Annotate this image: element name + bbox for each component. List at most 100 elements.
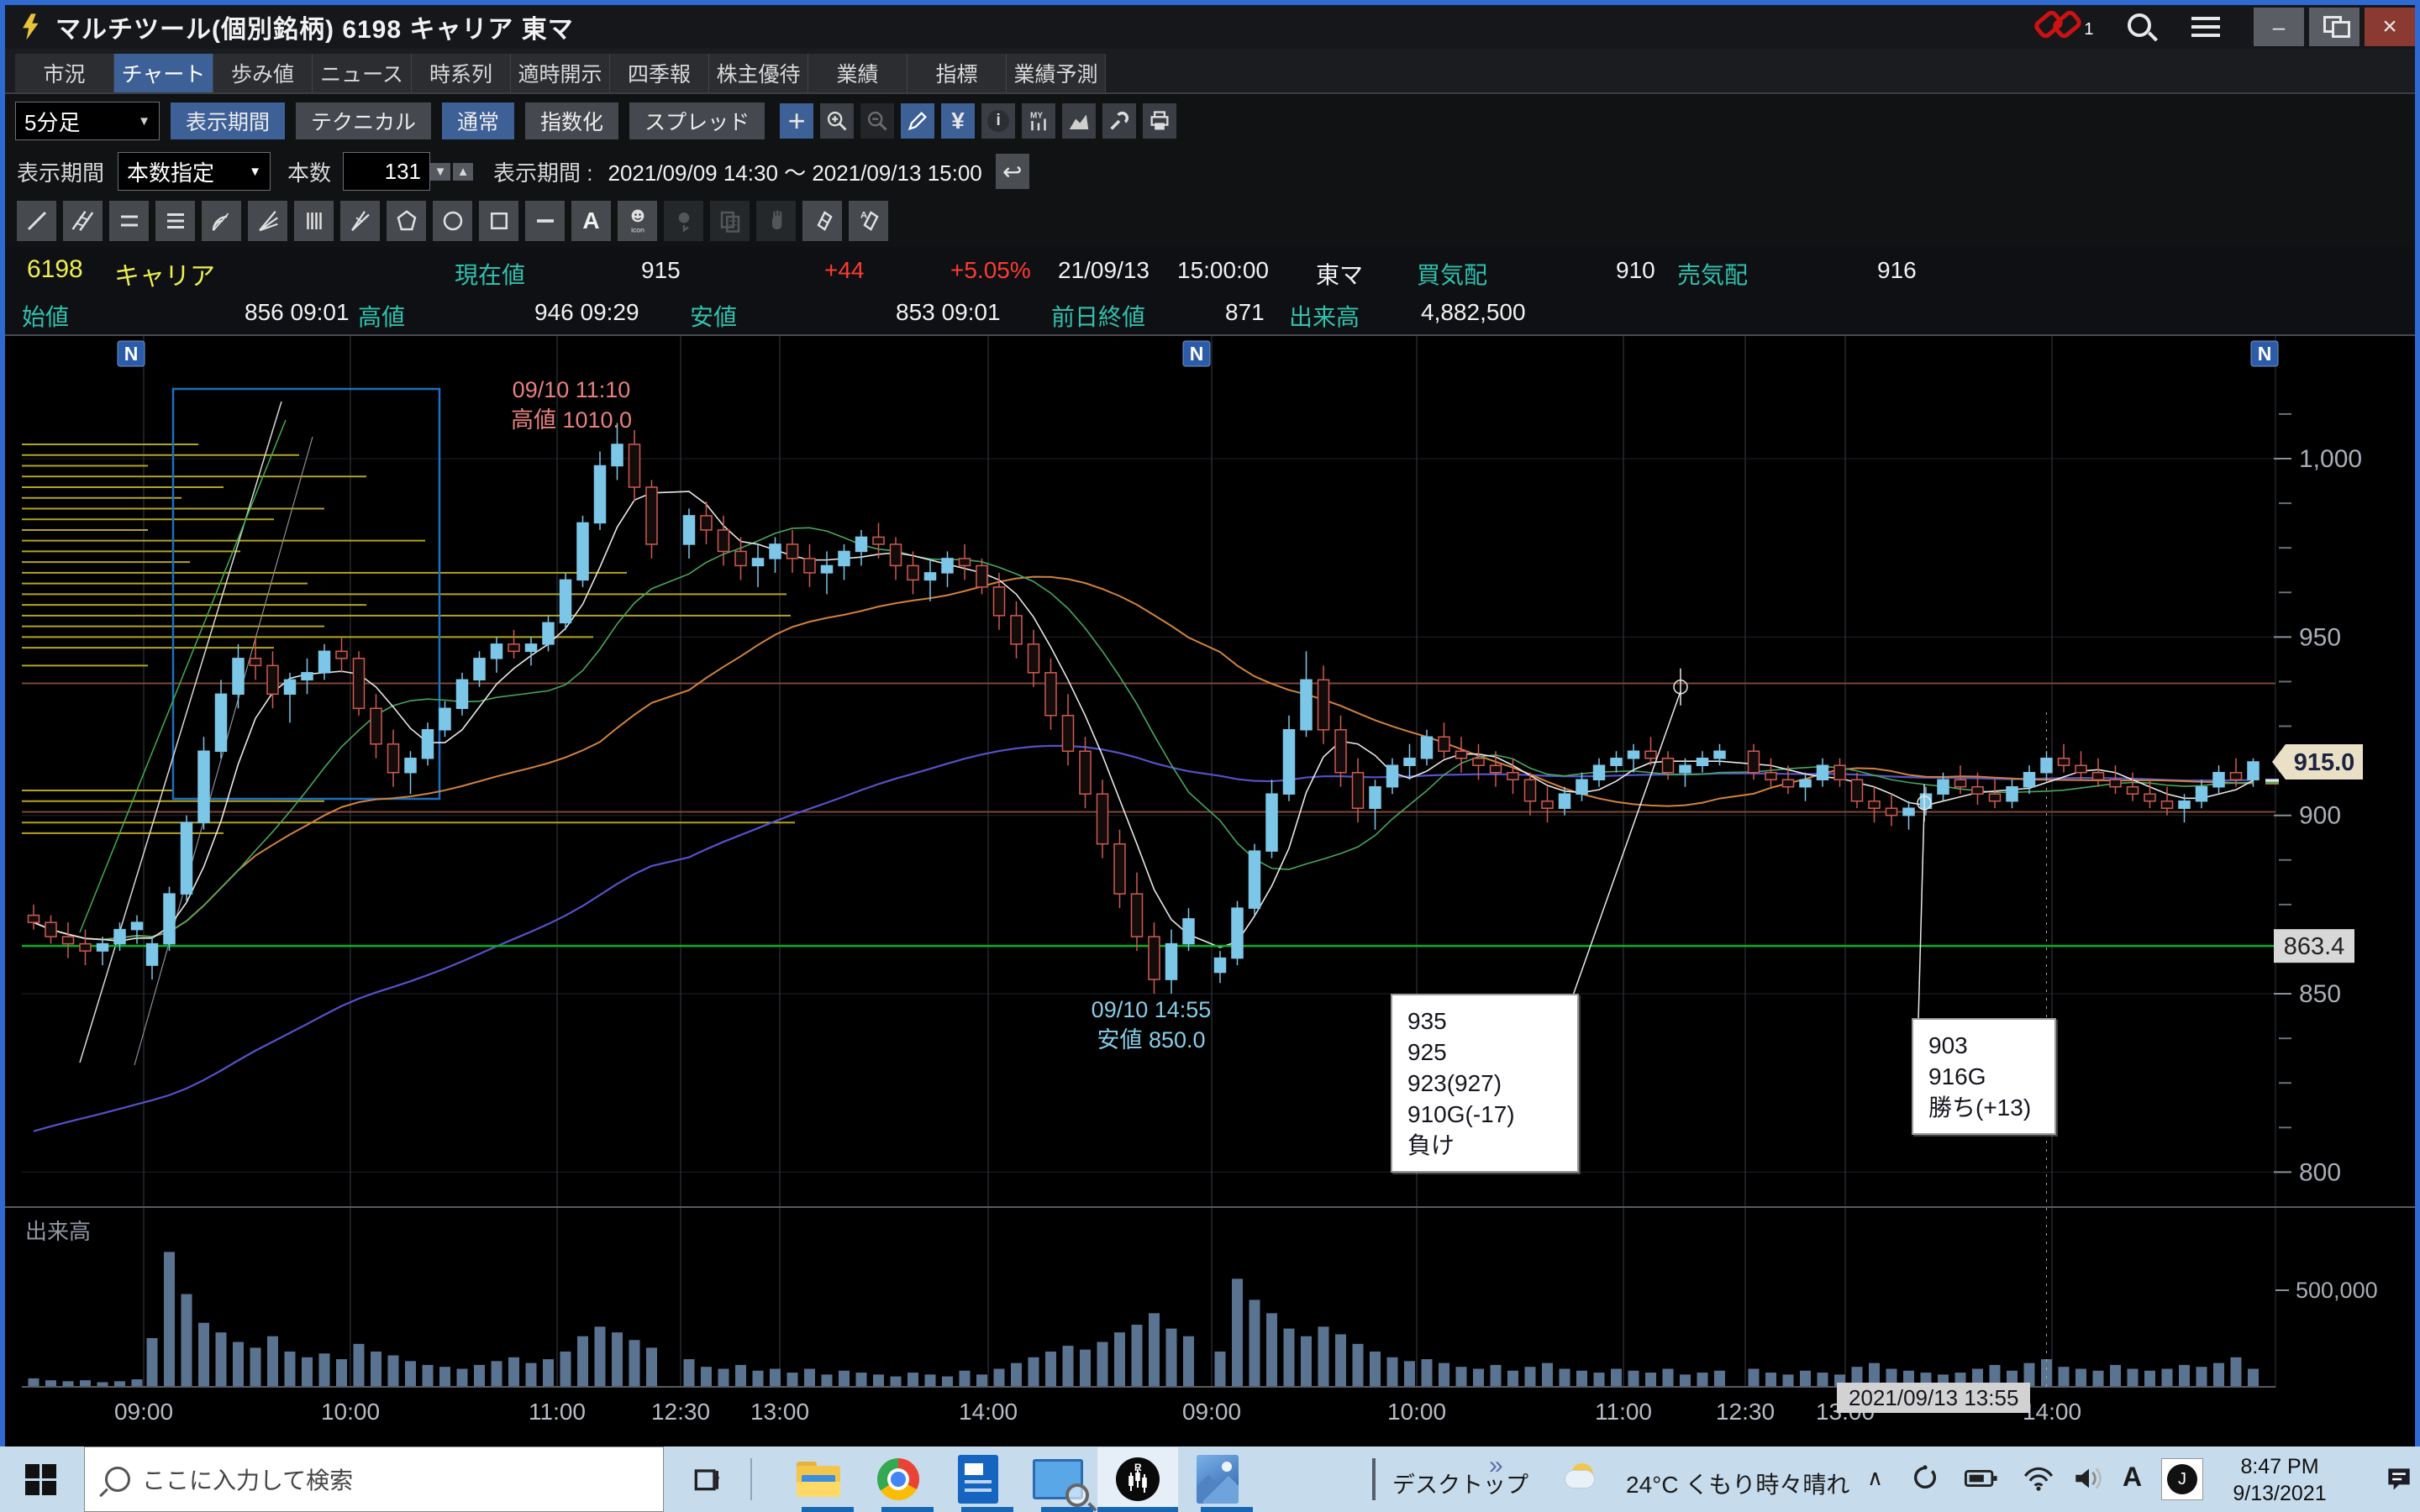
draw-tool-hand-icon (756, 201, 796, 241)
toolbar-button-通常[interactable]: 通常 (442, 102, 514, 139)
draw-tool-ellipse-icon[interactable] (433, 201, 472, 241)
draw-tool-trend-line-icon[interactable] (17, 201, 56, 241)
count-step-up[interactable]: ▲ (453, 163, 473, 181)
draw-tool-fan-lines-icon[interactable] (248, 201, 287, 241)
tray-sync-icon[interactable] (1911, 1463, 1939, 1496)
close-button[interactable]: × (2365, 8, 2415, 46)
tab-業績[interactable]: 業績 (808, 54, 908, 92)
draw-tool-three-horizontal-lines-icon[interactable] (155, 201, 195, 241)
toolbar-button-テクニカル[interactable]: テクニカル (296, 102, 431, 139)
ime-tool-icon[interactable]: J (2161, 1458, 2203, 1500)
speaker-icon[interactable] (2072, 1465, 2106, 1496)
draw-tool-icon-stamp-icon[interactable]: icon (618, 201, 657, 241)
tab-適時開示[interactable]: 適時開示 (511, 54, 610, 92)
tab-株主優待[interactable]: 株主優待 (709, 54, 808, 92)
blue-app-icon[interactable] (951, 1452, 1005, 1506)
draw-tool-eraser-icon[interactable] (802, 201, 842, 241)
battery-icon[interactable] (1965, 1467, 1998, 1494)
range-value: 2021/09/09 14:30 ～ 2021/09/13 15:00 (608, 156, 981, 187)
ime-mode-icon[interactable]: A (2123, 1462, 2142, 1493)
link-icon[interactable]: 1 (2035, 14, 2094, 39)
tab-時系列[interactable]: 時系列 (412, 54, 511, 92)
notification-center-icon[interactable] (2383, 1463, 2415, 1499)
draw-tool-parallel-lines-icon[interactable] (63, 201, 103, 241)
tray-expand-icon[interactable]: ∧ (1867, 1465, 1883, 1491)
link-count-badge: 1 (2084, 20, 2093, 39)
count-input[interactable]: 131 (343, 152, 430, 191)
ask-price: 916 (1877, 257, 1917, 284)
wifi-icon[interactable] (2022, 1465, 2055, 1496)
yen-icon[interactable]: ¥ (941, 103, 975, 139)
print-icon[interactable] (1143, 103, 1176, 139)
taskbar-divider (750, 1458, 752, 1500)
quote-row-1: 6198 キャリア 現在値 915 +44 +5.05% 21/09/13 15… (5, 247, 2415, 292)
svg-text:09:00: 09:00 (1182, 1399, 1241, 1425)
toolbar-button-スプレッド[interactable]: スプレッド (629, 102, 765, 139)
draw-tool-rectangle-icon[interactable] (479, 201, 518, 241)
tab-業績予測[interactable]: 業績予測 (1007, 54, 1106, 92)
count-step-down[interactable]: ▼ (430, 163, 450, 181)
draw-tool-fibonacci-arcs-icon[interactable] (202, 201, 241, 241)
file-explorer-icon[interactable] (792, 1452, 845, 1506)
chevron-down-icon: ▼ (249, 165, 261, 179)
restore-button[interactable] (2309, 8, 2360, 46)
price-change-pct: +5.05% (950, 257, 1031, 284)
chart-area[interactable]: 1,000950900850800915.0863.4500,00009:001… (0, 334, 2420, 1446)
draw-tool-two-horizontal-lines-icon[interactable] (109, 201, 149, 241)
tab-ニュース[interactable]: ニュース (313, 54, 412, 92)
zoom-in-icon[interactable] (820, 103, 854, 139)
task-view-button[interactable] (679, 1452, 733, 1506)
reload-period-button[interactable]: ↩ (996, 154, 1029, 189)
quote2-value: 871 (1225, 299, 1265, 326)
trade-note-box-1[interactable]: 935 925 923(927) 910G(-17) 負け (1391, 994, 1579, 1173)
svg-text:500,000: 500,000 (2296, 1278, 2378, 1303)
tab-市況[interactable]: 市況 (15, 54, 114, 92)
search-icon[interactable] (2128, 13, 2154, 41)
period-mode-dropdown[interactable]: 本数指定 ▼ (118, 152, 271, 191)
svg-text:950: 950 (2299, 623, 2341, 651)
minimize-button[interactable]: – (2254, 8, 2304, 46)
draw-tool-eraser-all-icon[interactable]: A (849, 201, 888, 241)
snipping-tool-icon[interactable] (1031, 1452, 1085, 1506)
start-button[interactable] (13, 1452, 67, 1506)
info-icon[interactable]: i (981, 103, 1015, 139)
draw-tool-horizontal-segment-icon[interactable] (525, 201, 565, 241)
svg-text:N: N (1190, 343, 1204, 365)
trade-note-box-2[interactable]: 903 916G 勝ち(+13) (1912, 1018, 2056, 1135)
toolbar-button-指数化[interactable]: 指数化 (525, 102, 618, 139)
toolbar-icons: + ¥iMY (773, 103, 1176, 139)
tab-歩み値[interactable]: 歩み値 (213, 54, 313, 92)
svg-text:850: 850 (2299, 980, 2341, 1008)
weather-icon[interactable] (1565, 1458, 1595, 1499)
wrench-icon[interactable] (1102, 103, 1136, 139)
pencil-icon[interactable] (901, 103, 934, 139)
toolbar-button-表示期間[interactable]: 表示期間 (171, 102, 285, 139)
draw-tool-text-icon[interactable]: A (571, 201, 611, 241)
draw-tool-pentagon-icon[interactable] (387, 201, 426, 241)
taskbar-search-input[interactable]: ここに入力して検索 (84, 1446, 664, 1512)
chrome-icon[interactable] (871, 1452, 925, 1506)
area-chart-icon[interactable] (1062, 103, 1096, 139)
quote2-value: 856 09:01 (245, 299, 350, 326)
my-chart-icon[interactable]: MY (1022, 103, 1055, 139)
interval-dropdown[interactable]: 5分足 ▼ (15, 102, 160, 140)
taskbar-clock[interactable]: 8:47 PM 9/13/2021 (2225, 1453, 2334, 1507)
desktop-toolbar-chevron[interactable]: » (1489, 1452, 1503, 1480)
trading-app-icon[interactable]: R (1111, 1452, 1165, 1506)
weather-text[interactable]: 24°C くもり時々晴れ (1626, 1467, 1849, 1500)
zoom-out-icon[interactable] (860, 103, 894, 139)
candlestick-chart[interactable]: 1,000950900850800915.0863.4500,00009:001… (0, 334, 2420, 1446)
crosshair-icon[interactable]: + (780, 103, 813, 139)
active-app-indicator (1097, 1507, 1178, 1512)
quote2-value: 853 09:01 (896, 299, 1001, 326)
tab-指標[interactable]: 指標 (908, 54, 1007, 92)
menu-icon[interactable] (2191, 12, 2220, 42)
desktop-toolbar-label[interactable]: デスクトップ (1392, 1467, 1528, 1499)
svg-text:12:30: 12:30 (651, 1399, 710, 1425)
draw-tool-vertical-lines-icon[interactable] (294, 201, 334, 241)
draw-tool-pitchfork-icon[interactable] (340, 201, 380, 241)
svg-text:11:00: 11:00 (529, 1399, 586, 1425)
tab-四季報[interactable]: 四季報 (610, 54, 709, 92)
photos-app-icon[interactable] (1191, 1452, 1244, 1506)
tab-チャート[interactable]: チャート (114, 54, 213, 92)
